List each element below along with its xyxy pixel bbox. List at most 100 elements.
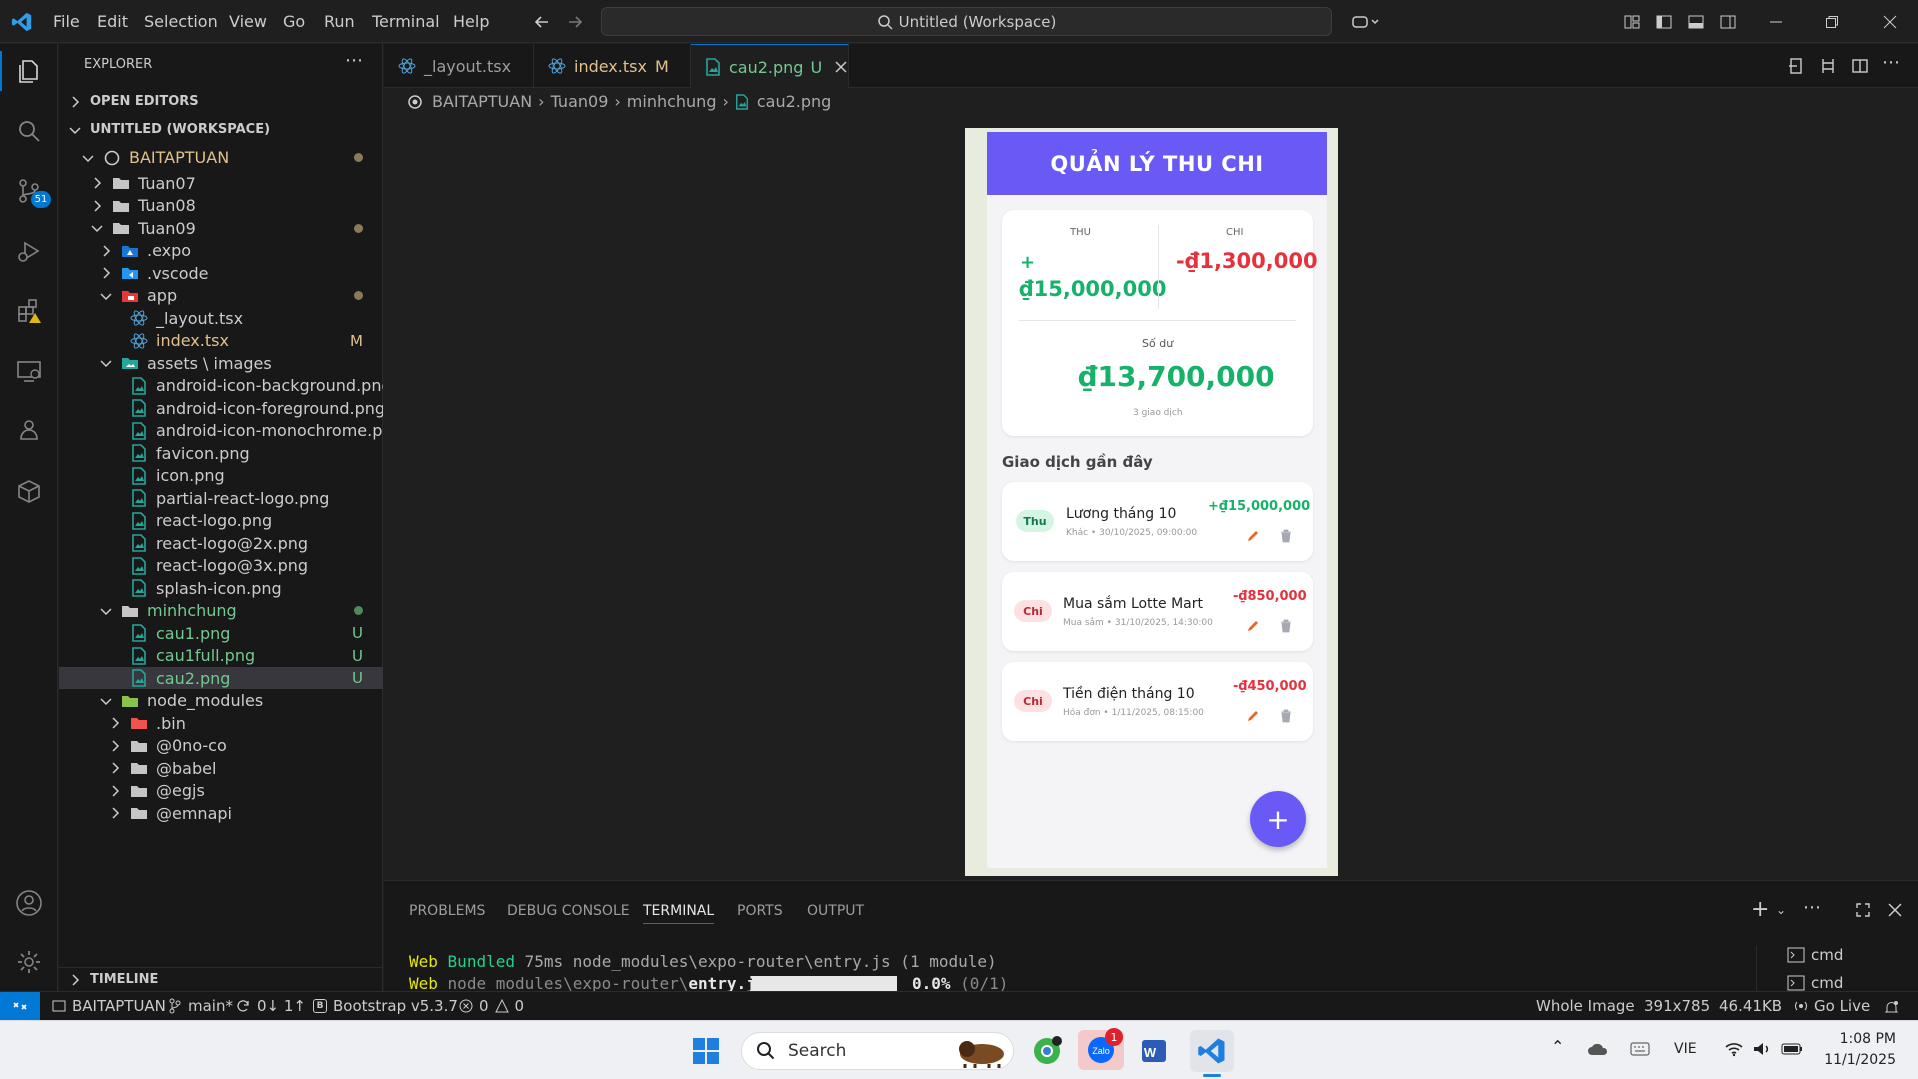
tab-index[interactable]: index.tsx M bbox=[534, 44, 691, 88]
tree-item[interactable]: cau1full.png U bbox=[59, 645, 383, 667]
tree-item[interactable]: @0no-co bbox=[59, 735, 383, 757]
tree-item[interactable]: Tuan08 bbox=[59, 195, 383, 217]
tree-item[interactable]: @egjs bbox=[59, 780, 383, 802]
status-bootstrap[interactable]: B Bootstrap v5.3.7 bbox=[313, 997, 458, 1015]
delete-trash-icon[interactable] bbox=[1277, 707, 1295, 725]
timeline-section[interactable]: TIMELINE bbox=[59, 967, 383, 991]
taskbar-app-vscode-icon[interactable] bbox=[1190, 1030, 1234, 1072]
tree-item[interactable]: partial-react-logo.png bbox=[59, 487, 383, 509]
delete-trash-icon[interactable] bbox=[1277, 527, 1295, 545]
panel-tab-terminal[interactable]: TERMINAL bbox=[643, 903, 715, 924]
close-window-icon[interactable] bbox=[1878, 10, 1902, 34]
edit-pencil-icon[interactable] bbox=[1244, 707, 1262, 725]
tree-item[interactable]: cau1.png U bbox=[59, 622, 383, 644]
status-whole-image[interactable]: Whole Image bbox=[1536, 997, 1635, 1015]
breadcrumb-item[interactable]: minhchung bbox=[627, 92, 717, 111]
tree-item[interactable]: .vscode bbox=[59, 262, 383, 284]
tree-item[interactable]: cau2.png U bbox=[59, 667, 383, 689]
input-language[interactable]: VIE bbox=[1674, 1041, 1697, 1057]
extensions-icon[interactable] bbox=[9, 291, 49, 331]
tree-item[interactable]: _layout.tsx bbox=[59, 307, 383, 329]
breadcrumb-item[interactable]: cau2.png bbox=[757, 92, 831, 111]
remote-explorer-icon[interactable] bbox=[9, 351, 49, 391]
windows-start-icon[interactable] bbox=[691, 1036, 721, 1066]
tree-item[interactable]: @babel bbox=[59, 757, 383, 779]
tab-layout[interactable]: _layout.tsx bbox=[384, 44, 534, 88]
toggle-panel-icon[interactable] bbox=[1684, 10, 1708, 34]
delete-trash-icon[interactable] bbox=[1277, 617, 1295, 635]
tree-item[interactable]: index.tsx M bbox=[59, 330, 383, 352]
status-workspace[interactable]: BAITAPTUAN bbox=[52, 997, 166, 1015]
command-center-search[interactable]: Untitled (Workspace) bbox=[601, 7, 1332, 36]
testing-icon[interactable] bbox=[9, 411, 49, 451]
menu-run[interactable]: Run bbox=[324, 12, 355, 31]
onedrive-cloud-icon[interactable] bbox=[1586, 1039, 1610, 1059]
tray-overflow-chevron-icon[interactable]: ⌃ bbox=[1551, 1037, 1564, 1056]
split-editor-icon[interactable] bbox=[1848, 54, 1872, 78]
battery-icon[interactable] bbox=[1780, 1038, 1804, 1060]
accounts-icon[interactable] bbox=[9, 883, 49, 923]
tree-item[interactable]: .expo bbox=[59, 240, 383, 262]
terminal-list-item[interactable]: cmd bbox=[1787, 946, 1843, 964]
panel-tab-problems[interactable]: PROBLEMS bbox=[409, 903, 485, 919]
tree-item[interactable]: react-logo@2x.png bbox=[59, 532, 383, 554]
tree-item[interactable]: Tuan07 bbox=[59, 172, 383, 194]
menu-selection[interactable]: Selection bbox=[144, 12, 218, 31]
breadcrumb-item[interactable]: Tuan09 bbox=[551, 92, 609, 111]
run-debug-icon[interactable] bbox=[9, 231, 49, 271]
tree-item[interactable]: node_modules bbox=[59, 690, 383, 712]
restore-icon[interactable] bbox=[1820, 10, 1844, 34]
panel-tab-output[interactable]: OUTPUT bbox=[807, 903, 864, 919]
menu-go[interactable]: Go bbox=[283, 12, 305, 31]
status-sync[interactable]: 0↓ 1↑ bbox=[236, 997, 306, 1015]
open-editors-section[interactable]: OPEN EDITORS bbox=[59, 88, 383, 115]
tree-item[interactable]: android-icon-monochrome.p... bbox=[59, 420, 383, 442]
tree-item[interactable]: favicon.png bbox=[59, 442, 383, 464]
menu-help[interactable]: Help bbox=[453, 12, 489, 31]
menu-view[interactable]: View bbox=[229, 12, 267, 31]
back-arrow-icon[interactable] bbox=[530, 10, 554, 34]
settings-gear-icon[interactable] bbox=[9, 942, 49, 982]
tree-item-root[interactable]: BAITAPTUAN bbox=[59, 144, 383, 171]
panel-tab-debug-console[interactable]: DEBUG CONSOLE bbox=[507, 903, 630, 919]
notifications-bell-icon[interactable] bbox=[1882, 998, 1900, 1016]
edit-pencil-icon[interactable] bbox=[1244, 527, 1262, 545]
panel-more-actions-icon[interactable]: ⋯ bbox=[1803, 897, 1821, 918]
taskbar-search[interactable]: Search bbox=[741, 1032, 1014, 1070]
taskbar-app-word-icon[interactable]: W bbox=[1137, 1034, 1171, 1068]
status-problems[interactable]: 0 0 bbox=[459, 997, 524, 1015]
new-terminal-icon[interactable]: + bbox=[1751, 897, 1769, 922]
more-actions-icon[interactable]: ⋯ bbox=[345, 50, 363, 71]
toggle-primary-sidebar-icon[interactable] bbox=[1652, 10, 1676, 34]
wifi-icon[interactable] bbox=[1722, 1038, 1746, 1060]
status-go-live[interactable]: Go Live bbox=[1794, 997, 1870, 1015]
tree-item[interactable]: icon.png bbox=[59, 465, 383, 487]
copilot-icon[interactable] bbox=[1348, 10, 1384, 34]
clock-time[interactable]: 1:08 PM bbox=[1826, 1031, 1896, 1047]
tree-item[interactable]: minhchung bbox=[59, 600, 383, 622]
tree-item[interactable]: android-icon-foreground.png bbox=[59, 397, 383, 419]
terminal-dropdown-chevron-icon[interactable]: ⌄ bbox=[1776, 903, 1786, 917]
breadcrumb-item[interactable]: BAITAPTUAN bbox=[432, 92, 532, 111]
taskbar-app-chrome-icon[interactable] bbox=[1030, 1034, 1064, 1068]
clock-date[interactable]: 11/1/2025 bbox=[1816, 1052, 1896, 1068]
remote-indicator[interactable] bbox=[0, 992, 40, 1020]
tree-item[interactable]: .bin bbox=[59, 712, 383, 734]
close-tab-icon[interactable] bbox=[835, 61, 847, 73]
editor-more-actions-icon[interactable]: ⋯ bbox=[1882, 52, 1900, 73]
keyboard-icon[interactable] bbox=[1628, 1039, 1652, 1059]
tree-item[interactable]: react-logo@3x.png bbox=[59, 555, 383, 577]
terminal-list-item[interactable]: cmd bbox=[1787, 974, 1843, 992]
search-view-icon[interactable] bbox=[9, 111, 49, 151]
tree-item[interactable]: splash-icon.png bbox=[59, 577, 383, 599]
tree-item[interactable]: @emnapi bbox=[59, 802, 383, 824]
tab-cau2[interactable]: cau2.png U bbox=[691, 44, 849, 89]
customize-layout-icon[interactable] bbox=[1620, 10, 1644, 34]
volume-icon[interactable] bbox=[1750, 1038, 1774, 1060]
close-panel-icon[interactable] bbox=[1886, 901, 1904, 919]
tree-item[interactable]: android-icon-background.png bbox=[59, 375, 383, 397]
workspace-section[interactable]: UNTITLED (WORKSPACE) bbox=[59, 116, 383, 143]
tree-item[interactable]: react-logo.png bbox=[59, 510, 383, 532]
explorer-icon[interactable] bbox=[9, 51, 49, 91]
menu-terminal[interactable]: Terminal bbox=[372, 12, 440, 31]
